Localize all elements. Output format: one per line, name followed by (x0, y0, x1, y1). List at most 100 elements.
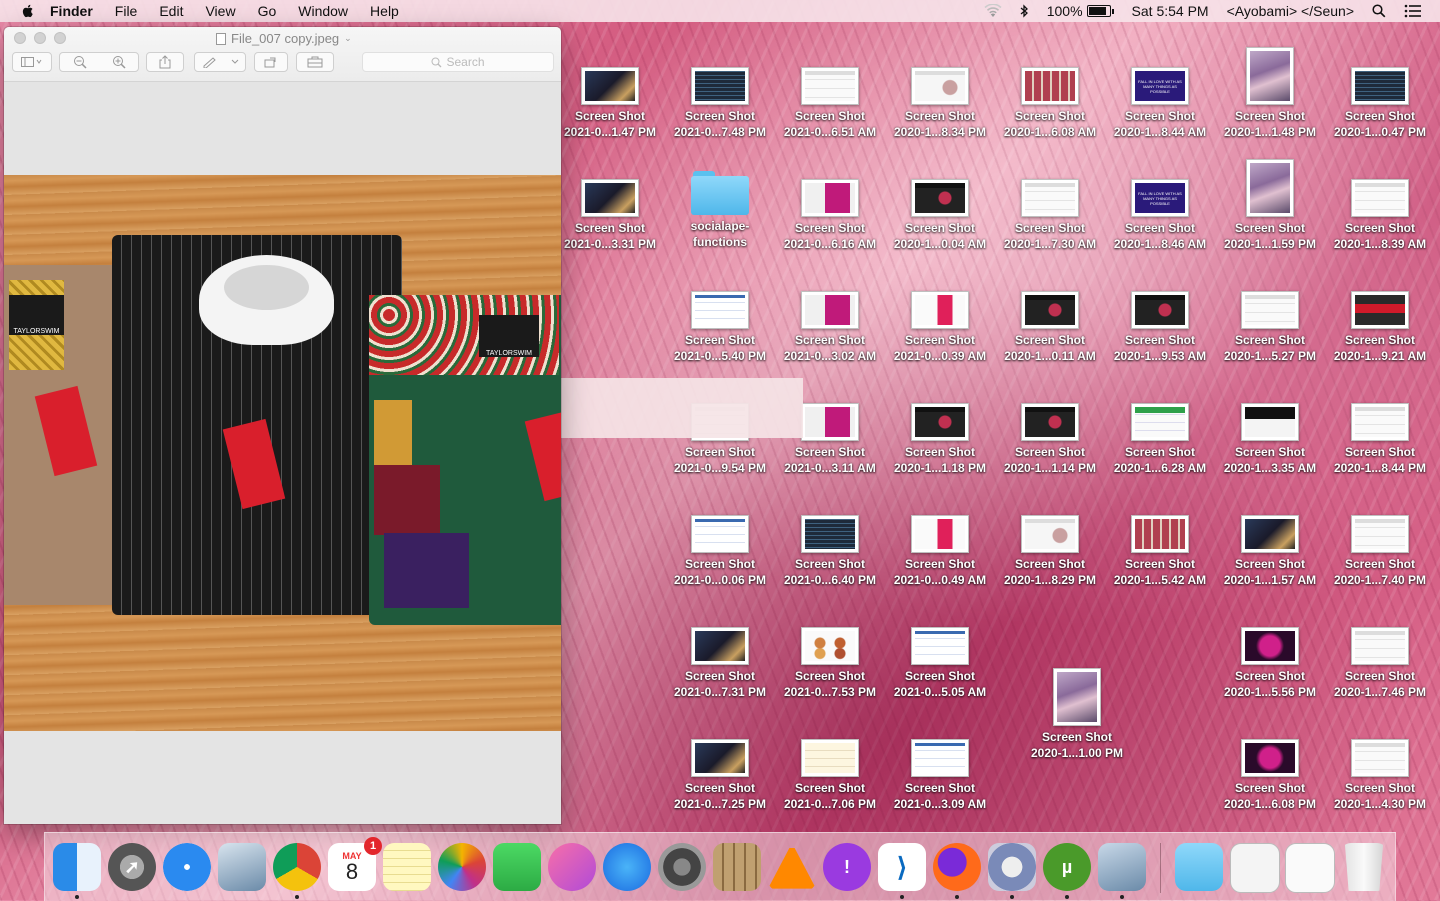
minimize-button[interactable] (34, 32, 46, 44)
desktop-file-icon[interactable]: Screen Shot 2021-0...5.05 AM (885, 609, 995, 700)
dock-item[interactable] (713, 843, 761, 891)
desktop-file-icon[interactable]: Screen Shot 2020-1...0.11 AM (995, 273, 1105, 364)
desktop-file-icon[interactable]: Screen Shot 2020-1...1.48 PM (1215, 29, 1325, 140)
desktop-file-icon[interactable]: Screen Shot 2020-1...7.46 PM (1325, 609, 1435, 700)
desktop-file-icon[interactable]: Screen Shot 2021-0...5.40 PM (665, 273, 775, 364)
dock-item[interactable] (768, 843, 816, 891)
desktop-file-icon[interactable]: Screen Shot 2021-0...6.16 AM (775, 161, 885, 252)
markup-button[interactable] (194, 52, 246, 72)
desktop-file-icon[interactable]: Screen Shot 2020-1...0.04 AM (885, 161, 995, 252)
desktop-file-icon[interactable]: Screen Shot 2020-1...1.59 PM (1215, 141, 1325, 252)
desktop-file-icon[interactable]: Screen Shot 2020-1...9.53 AM (1105, 273, 1215, 364)
desktop-file-icon[interactable]: Screen Shot 2020-1...5.56 PM (1215, 609, 1325, 700)
image-viewer[interactable]: TAYLORSWIM TAYLORSWIM (4, 82, 561, 824)
dock-item[interactable] (163, 843, 211, 891)
desktop-file-icon[interactable]: FALL IN LOVE WITH AS MANY THINGS AS POSS… (1105, 161, 1215, 252)
toolbox-button[interactable] (296, 52, 334, 72)
desktop-file-icon[interactable]: Screen Shot 2021-0...3.31 PM (555, 161, 665, 252)
desktop-file-icon[interactable]: Screen Shot 2020-1...7.40 PM (1325, 497, 1435, 588)
desktop-file-icon[interactable]: Screen Shot 2020-1...5.27 PM (1215, 273, 1325, 364)
desktop-folder[interactable]: socialape-functions (665, 171, 775, 250)
desktop-file-icon[interactable]: Screen Shot 2020-1...5.42 AM (1105, 497, 1215, 588)
dock-item[interactable]: ⟩ (878, 843, 926, 899)
desktop-file-icon[interactable]: Screen Shot 2020-1...6.08 PM (1215, 721, 1325, 812)
product-photo[interactable]: TAYLORSWIM TAYLORSWIM (4, 175, 561, 731)
bluetooth-icon[interactable] (1020, 4, 1029, 18)
dock-item[interactable] (658, 843, 706, 891)
desktop-file-icon[interactable]: Screen Shot 2020-1...4.30 PM (1325, 721, 1435, 812)
dock-item[interactable] (273, 843, 321, 899)
menu-view[interactable]: View (205, 3, 235, 19)
sidebar-toggle-button[interactable] (12, 52, 52, 72)
zoom-in-icon[interactable] (112, 55, 126, 69)
apple-menu-icon[interactable] (20, 3, 36, 19)
menu-go[interactable]: Go (258, 3, 277, 19)
desktop-file-icon[interactable]: Screen Shot 2020-1...8.29 PM (995, 497, 1105, 588)
menu-user[interactable]: <Ayobami> </Seun> (1227, 3, 1354, 19)
dock-item[interactable] (1098, 843, 1146, 899)
desktop-file-icon[interactable]: Screen Shot 2021-0...3.02 AM (775, 273, 885, 364)
menu-file[interactable]: File (115, 3, 138, 19)
desktop-file-icon[interactable]: Screen Shot 2021-0...6.40 PM (775, 497, 885, 588)
desktop-file-icon[interactable]: Screen Shot 2020-1...6.08 AM (995, 49, 1105, 140)
dock-item[interactable] (988, 843, 1036, 899)
desktop-file-icon[interactable]: Screen Shot 2021-0...6.51 AM (775, 49, 885, 140)
dock-item[interactable] (1175, 843, 1223, 891)
wifi-icon[interactable] (984, 4, 1002, 18)
menu-clock[interactable]: Sat 5:54 PM (1132, 3, 1209, 19)
dock-item[interactable]: µ (1043, 843, 1091, 899)
close-button[interactable] (14, 32, 26, 44)
desktop-file-icon[interactable]: Screen Shot 2020-1...8.34 PM (885, 49, 995, 140)
desktop-file-icon[interactable]: Screen Shot 2021-0...7.48 PM (665, 49, 775, 140)
menu-app-name[interactable]: Finder (50, 3, 93, 19)
dock-item[interactable] (548, 843, 596, 891)
desktop-file-icon[interactable]: Screen Shot 2020-1...3.35 AM (1215, 385, 1325, 476)
window-titlebar[interactable]: File_007 copy.jpeg ⌄ Search (4, 27, 561, 82)
notification-center-icon[interactable] (1404, 4, 1422, 18)
dock-item[interactable]: ➚ (108, 843, 156, 891)
desktop-file-icon[interactable]: Screen Shot 2021-0...7.53 PM (775, 609, 885, 700)
desktop-file-icon[interactable]: Screen Shot 2020-1...8.44 PM (1325, 385, 1435, 476)
desktop-file-icon[interactable]: Screen Shot 2020-1...6.28 AM (1105, 385, 1215, 476)
dock-item[interactable] (1285, 843, 1335, 893)
document-title[interactable]: File_007 copy.jpeg ⌄ (216, 31, 352, 46)
desktop-file-icon[interactable]: Screen Shot 2020-1...1.00 PM (1022, 650, 1132, 761)
menu-help[interactable]: Help (370, 3, 399, 19)
battery-status[interactable]: 100% (1047, 3, 1114, 19)
dock-item[interactable] (1340, 843, 1388, 891)
share-button[interactable] (146, 52, 184, 72)
search-input[interactable]: Search (362, 52, 554, 72)
desktop-file-icon[interactable]: Screen Shot 2020-1...8.39 AM (1325, 161, 1435, 252)
desktop-file-icon[interactable]: Screen Shot 2021-0...0.06 PM (665, 497, 775, 588)
rotate-button[interactable] (254, 52, 288, 72)
dock-item[interactable] (1230, 843, 1280, 893)
desktop-file-icon[interactable]: Screen Shot 2020-1...1.14 PM (995, 385, 1105, 476)
desktop-file-icon[interactable]: Screen Shot 2020-1...9.21 AM (1325, 273, 1435, 364)
dock-item[interactable] (383, 843, 431, 891)
desktop-file-icon[interactable]: Screen Shot 2021-0...7.31 PM (665, 609, 775, 700)
desktop-file-icon[interactable]: Screen Shot 2021-0...0.49 AM (885, 497, 995, 588)
desktop-file-icon[interactable]: Screen Shot 2021-0...3.09 AM (885, 721, 995, 812)
spotlight-search-icon[interactable] (1372, 4, 1386, 18)
desktop-file-icon[interactable]: Screen Shot 2020-1...7.30 AM (995, 161, 1105, 252)
desktop-file-icon[interactable]: Screen Shot 2021-0...0.39 AM (885, 273, 995, 364)
menu-edit[interactable]: Edit (159, 3, 183, 19)
dock-item[interactable]: MAY 8 1 (328, 837, 382, 891)
dock-item[interactable] (933, 843, 981, 899)
desktop-file-icon[interactable]: Screen Shot 2021-0...1.47 PM (555, 49, 665, 140)
dock-item[interactable] (603, 843, 651, 891)
desktop-file-icon[interactable]: Screen Shot 2020-1...0.47 PM (1325, 49, 1435, 140)
zoom-out-icon[interactable] (73, 55, 87, 69)
menu-window[interactable]: Window (298, 3, 348, 19)
dock-item[interactable]: ! (823, 843, 871, 891)
zoom-button[interactable] (54, 32, 66, 44)
desktop-file-icon[interactable]: Screen Shot 2021-0...7.25 PM (665, 721, 775, 812)
dock-item[interactable] (438, 843, 486, 891)
desktop-file-icon[interactable]: Screen Shot 2020-1...1.57 AM (1215, 497, 1325, 588)
dock-item[interactable] (493, 843, 541, 891)
dock-item[interactable] (218, 843, 266, 891)
dock-item[interactable] (53, 843, 101, 899)
desktop-file-icon[interactable]: Screen Shot 2020-1...1.18 PM (885, 385, 995, 476)
desktop-file-icon[interactable]: FALL IN LOVE WITH AS MANY THINGS AS POSS… (1105, 49, 1215, 140)
desktop-file-icon[interactable]: Screen Shot 2021-0...7.06 PM (775, 721, 885, 812)
